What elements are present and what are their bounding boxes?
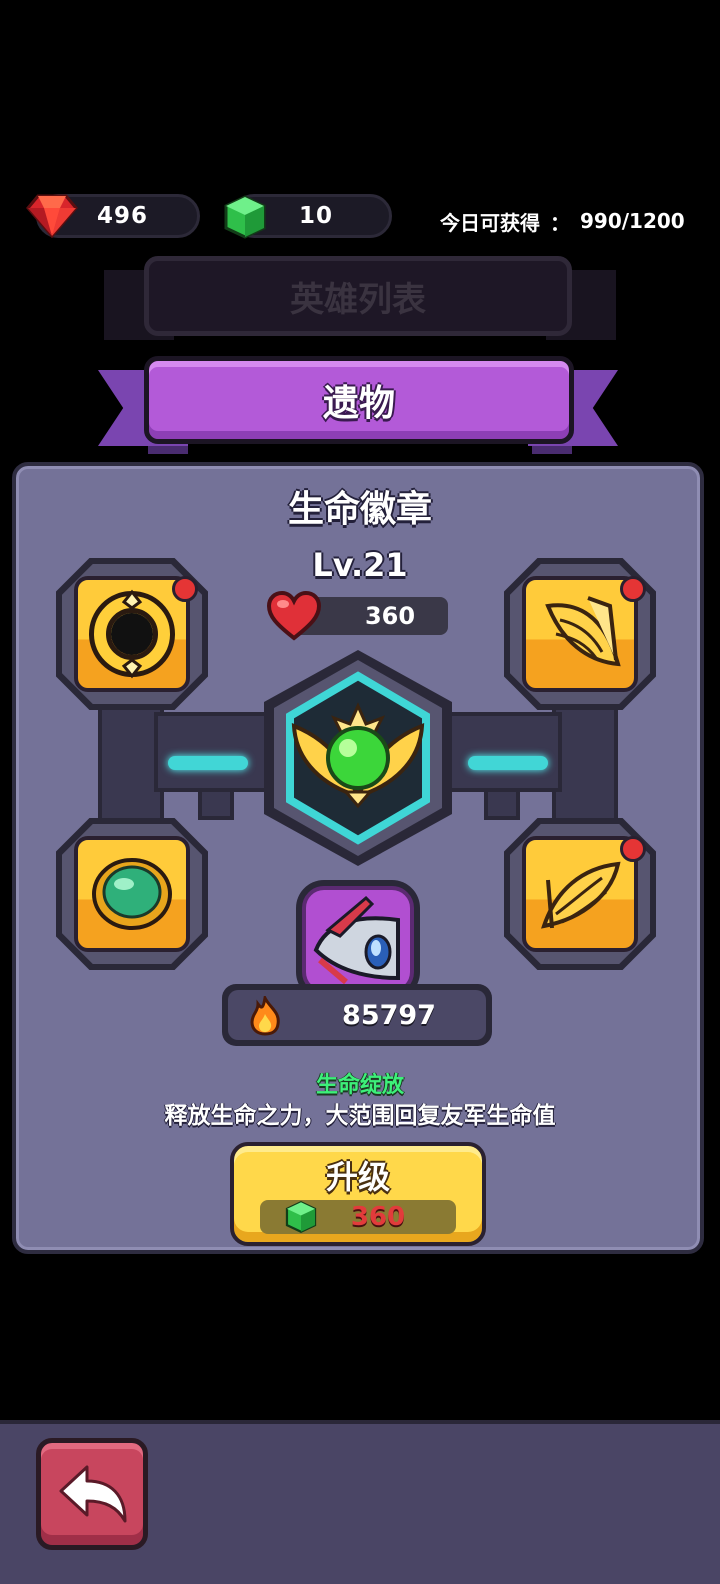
ruby-count: 496 — [97, 203, 149, 229]
ring-icon — [89, 589, 175, 679]
frame-left-stub — [198, 788, 234, 820]
energy-line-right — [468, 756, 548, 770]
upgrade-cost-value: 360 — [350, 1202, 406, 1232]
ship-icon — [313, 895, 400, 985]
relic-slot-wing-bottom[interactable] — [504, 818, 656, 970]
center-emblem[interactable] — [258, 646, 458, 870]
tab-hero-list[interactable]: 英雄列表 — [144, 256, 572, 336]
power-value: 85797 — [342, 999, 436, 1031]
green-gem-icon — [224, 195, 266, 239]
energy-line-left — [168, 756, 248, 770]
wing-icon — [545, 596, 621, 667]
heart-icon — [266, 590, 322, 641]
hero-portrait[interactable] — [296, 880, 420, 1000]
alert-dot — [620, 836, 646, 862]
back-arrow-icon — [59, 1465, 127, 1523]
alert-dot — [620, 576, 646, 602]
ruby-icon — [26, 194, 78, 238]
daily-value: 990/1200 — [580, 209, 685, 233]
gem-count: 10 — [299, 203, 334, 229]
alert-dot — [172, 576, 198, 602]
power-bar: 85797 — [222, 984, 492, 1046]
hp-value: 360 — [364, 602, 416, 630]
tab-hero-list-label: 英雄列表 — [290, 279, 426, 320]
skill-name: 生命绽放 — [315, 1073, 404, 1098]
upgrade-button[interactable]: 升级 360 — [230, 1142, 486, 1246]
emerald-icon — [92, 858, 172, 930]
upgrade-cost: 360 — [260, 1200, 456, 1234]
relic-slot-wing-top[interactable] — [504, 558, 656, 710]
daily-label: 今日可获得 — [440, 210, 540, 235]
relic-slot-ring[interactable] — [56, 558, 208, 710]
upgrade-label: 升级 — [325, 1158, 390, 1196]
frame-right-stub — [484, 788, 520, 820]
skill-description: 释放生命之力，大范围回复友军生命值 — [164, 1103, 556, 1129]
daily-separator: ： — [550, 210, 570, 235]
wing-icon — [541, 861, 621, 929]
fire-icon — [250, 996, 280, 1036]
back-button[interactable] — [36, 1438, 148, 1550]
relic-slot-emerald[interactable] — [56, 818, 208, 970]
tab-relic-label: 遗物 — [322, 383, 395, 424]
daily-earn: 今日可获得 ： 990/1200 — [440, 203, 685, 239]
relic-name: 生命徽章 — [287, 489, 432, 530]
tab-relic[interactable]: 遗物 — [144, 356, 574, 444]
